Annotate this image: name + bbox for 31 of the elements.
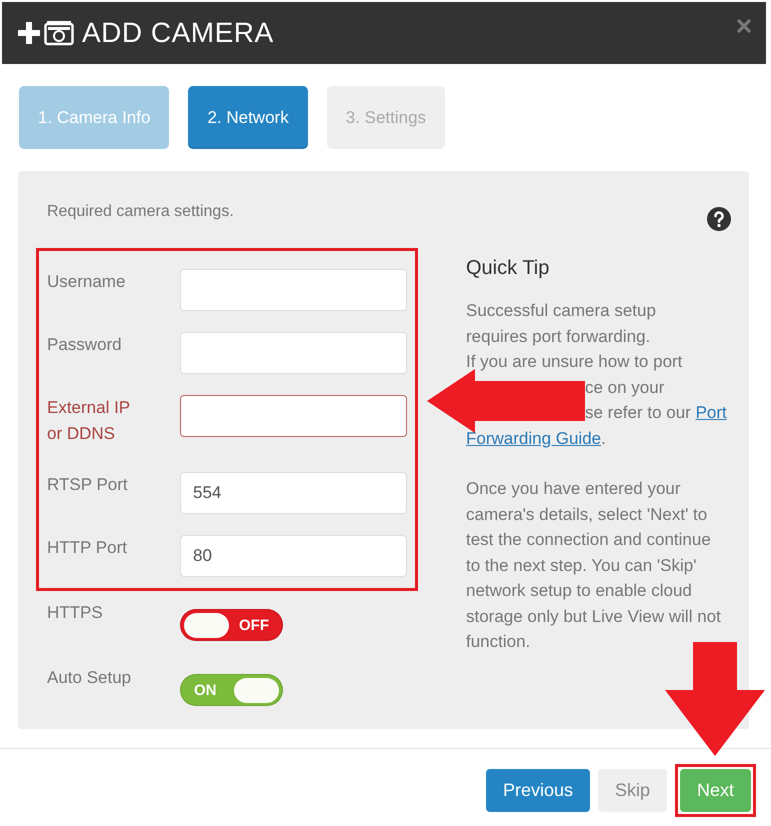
tip-text: .	[601, 428, 606, 448]
intro-text: Required camera settings.	[47, 203, 235, 222]
step-tab[interactable]: 3. Settings	[326, 86, 446, 149]
footer-button[interactable]: Next	[680, 769, 751, 812]
toggle-switch[interactable]: ON	[180, 674, 283, 706]
input-field[interactable]: 80	[180, 535, 407, 577]
tip-text: Once you have entered your camera's details, select 'Next' to test the connection and continue to the next step. You can 'Skip' network setup to enable cloud storage only but Live View will not function.	[466, 478, 722, 653]
camera-icon	[44, 20, 74, 46]
step-tab[interactable]: 2. Network	[188, 86, 308, 149]
toggle-label: Auto Setup	[47, 668, 132, 688]
input-field[interactable]	[180, 395, 407, 437]
field-label: Username	[47, 271, 126, 293]
toggle-switch[interactable]: OFF	[180, 609, 283, 641]
input-field[interactable]: 554	[180, 472, 407, 514]
tip-title: Quick Tip	[466, 257, 550, 280]
guide-link[interactable]: Port	[696, 403, 727, 422]
tip-text: Successful camera setup requires port forwarding.	[466, 300, 657, 348]
tip-text: se refer to our	[585, 403, 692, 422]
plus-icon	[18, 22, 40, 44]
guide-link[interactable]: Forwarding Guide	[466, 428, 602, 448]
help-icon[interactable]	[707, 207, 731, 231]
dialog-title: ADD CAMERA	[82, 17, 275, 49]
field-label: Password	[47, 334, 123, 356]
footer-button[interactable]: Previous	[486, 769, 590, 812]
field-label: HTTP Port	[47, 537, 128, 559]
footer-button[interactable]: Skip	[598, 769, 667, 812]
tip-text: ce on your	[585, 378, 664, 396]
tip-text: If you are unsure how to port	[466, 351, 684, 373]
field-label: External IP or DDNS	[47, 397, 131, 445]
field-label: RTSP Port	[47, 474, 129, 496]
toggle-label: HTTPS	[47, 603, 104, 623]
